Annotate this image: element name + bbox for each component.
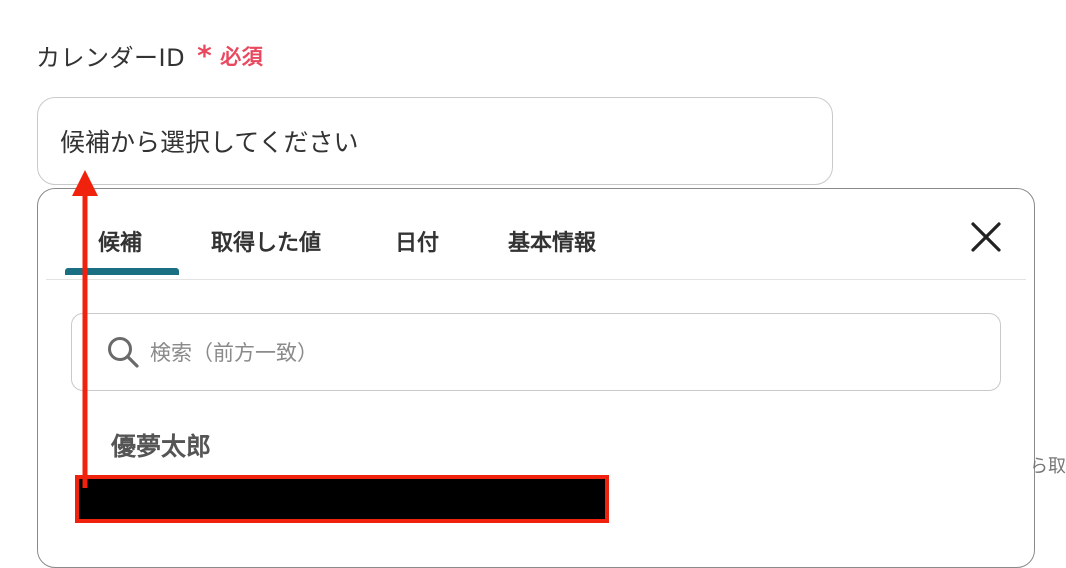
- calendar-id-label: カレンダーID * 必須: [36, 38, 263, 73]
- required-text: 必須: [220, 44, 264, 69]
- background-clipped-text: ら取: [1030, 456, 1066, 477]
- close-button[interactable]: [968, 219, 1004, 255]
- tab-date[interactable]: 日付: [395, 225, 439, 257]
- search-icon: [108, 337, 139, 368]
- calendar-id-select[interactable]: 候補から選択してください: [37, 97, 833, 185]
- tab-basic-info[interactable]: 基本情報: [508, 225, 596, 257]
- redacted-candidate-option[interactable]: [75, 475, 609, 523]
- search-input[interactable]: 検索（前方一致）: [71, 313, 1001, 391]
- search-placeholder: 検索（前方一致）: [150, 341, 318, 365]
- select-placeholder: 候補から選択してください: [60, 128, 359, 157]
- close-icon: [971, 222, 1001, 252]
- field-label-text: カレンダーID: [36, 44, 186, 72]
- active-tab-indicator: [65, 268, 179, 275]
- candidate-group-name: 優夢太郎: [111, 432, 212, 461]
- tab-bar: 候補 取得した値 日付 基本情報: [46, 189, 1026, 280]
- tab-acquired-values[interactable]: 取得した値: [211, 225, 321, 257]
- tab-candidates[interactable]: 候補: [98, 225, 142, 257]
- required-asterisk: *: [197, 38, 213, 72]
- candidate-dropdown-panel: 候補 取得した値 日付 基本情報 検索（前方一致） 優夢太郎: [37, 188, 1035, 568]
